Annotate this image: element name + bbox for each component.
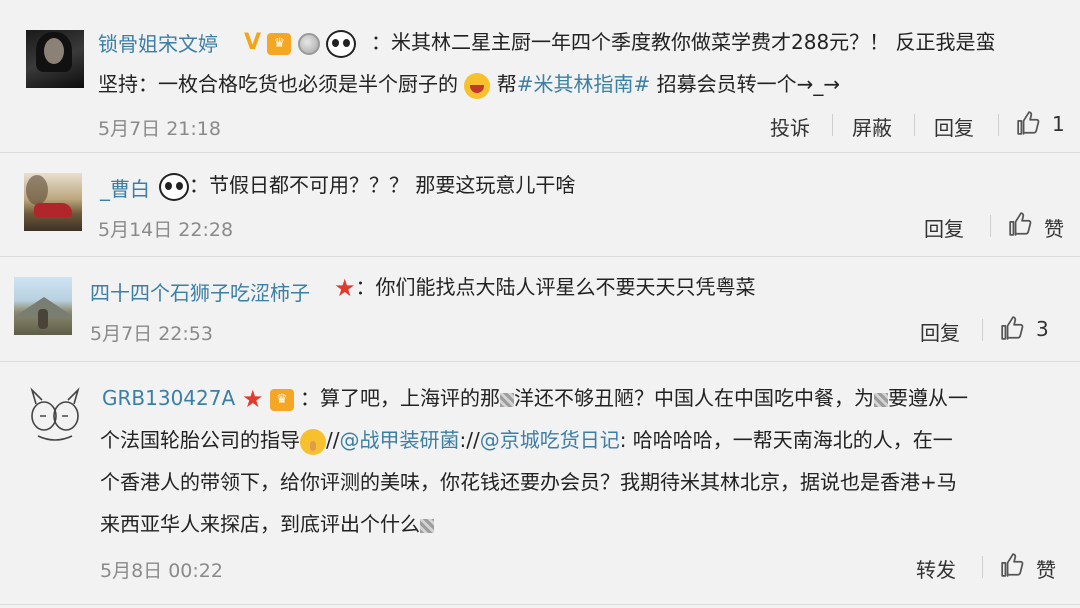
comment-text-line: //	[326, 428, 340, 452]
comment-author-name[interactable]: 四十四个石狮子吃涩柿子	[90, 277, 310, 306]
divider	[990, 215, 991, 237]
comment-text-line: ://	[459, 428, 480, 452]
like-label[interactable]: 赞	[1044, 213, 1064, 242]
avatar[interactable]	[24, 173, 82, 231]
red-star-icon: ★	[334, 274, 356, 302]
comment-text-line: 个法国轮胎公司的指导	[100, 428, 300, 452]
red-star-icon: ★	[242, 385, 264, 413]
comment-text-line: 帮	[490, 72, 517, 96]
thumbs-up-icon[interactable]	[1016, 110, 1042, 136]
vip-crown-icon: ♛	[269, 388, 294, 411]
avatar[interactable]	[26, 30, 84, 88]
comment-date: 5月7日 22:53	[90, 323, 213, 345]
vip-crown-icon: ♛	[267, 32, 292, 55]
comment-date: 5月7日 21:18	[98, 118, 221, 140]
comment-author-name[interactable]: 锁骨姐宋文婷	[98, 28, 218, 57]
panda-icon	[326, 29, 357, 58]
reply-button[interactable]: 回复	[924, 213, 964, 242]
comment-item: 四十四个石狮子吃涩柿子 ★：你们能找点大陆人评星么不要天天只凭粤菜 5月7日 2…	[0, 257, 1080, 361]
comment-text-line: 要遵从一	[888, 386, 968, 410]
thumbs-up-icon[interactable]	[1000, 552, 1026, 578]
comment-separator: ：	[355, 275, 376, 299]
comment-author-name[interactable]: _曹白	[100, 173, 150, 202]
comment-badges: ★ ♛	[242, 378, 294, 420]
thumbs-up-icon[interactable]	[1000, 315, 1026, 341]
comment-text: ★：你们能找点大陆人评星么不要天天只凭粤菜	[334, 267, 756, 309]
panda-icon	[159, 172, 189, 201]
like-label[interactable]: 赞	[1036, 554, 1056, 583]
comment-text-line: 坚持：一枚合格吃货也必须是半个厨子的	[98, 72, 458, 96]
report-button[interactable]: 投诉	[770, 112, 810, 141]
mention-link[interactable]: @战甲装研菌	[339, 428, 459, 452]
comment-text: ：米其林二星主厨一年四个季度教你做菜学费才288元？！ 反正我是蛮	[371, 22, 996, 63]
comment-separator: ：	[371, 30, 391, 54]
hashtag-link[interactable]: #米其林指南#	[517, 72, 651, 96]
like-count: 3	[1036, 317, 1049, 341]
censored-glyph-icon	[500, 392, 514, 407]
comment-text-line: 你们能找点大陆人评星么不要天天只凭粤菜	[375, 275, 756, 299]
avatar[interactable]	[26, 386, 84, 444]
divider	[982, 319, 983, 341]
comment-item: _曹白 ：节假日都不可用？？？ 那要这玩意儿干啥 5月14日 22:28 回复 …	[0, 153, 1080, 256]
censored-glyph-icon	[420, 518, 434, 533]
comment-text-line: 招募会员转一个→_→	[650, 72, 841, 96]
comment-badges: V ♛	[244, 22, 357, 63]
block-button[interactable]: 屏蔽	[852, 112, 892, 141]
comment-item: 锁骨姐宋文婷 V ♛ ：米其林二星主厨一年四个季度教你做菜学费才288元？！ 反…	[0, 0, 1080, 152]
shush-emoji-icon	[300, 428, 326, 455]
medal-icon	[297, 32, 320, 55]
comment-text-line: : 哈哈哈哈，一帮天南海北的人，在一	[619, 428, 953, 452]
comment-text-continued: 个香港人的带领下，给你评测的美味，你花钱还要办会员？我期待米其林北京，据说也是香…	[100, 470, 957, 494]
comment-text-line: 节假日都不可用？？？ 那要这玩意儿干啥	[209, 173, 576, 197]
repost-button[interactable]: 转发	[916, 554, 956, 583]
reply-button[interactable]: 回复	[934, 112, 974, 141]
reply-button[interactable]: 回复	[920, 317, 960, 346]
comment-date: 5月8日 00:22	[100, 560, 223, 582]
comment-text-line: 洋还不够丑陋？中国人在中国吃中餐，为	[514, 386, 874, 410]
mention-link[interactable]: @京城吃货日记	[480, 428, 620, 452]
comment-text-continued: 来西亚华人来探店，到底评出个什么	[100, 504, 434, 545]
divider	[982, 556, 983, 578]
comment-author-name[interactable]: GRB130427A	[102, 386, 235, 410]
comment-text: ：节假日都不可用？？？ 那要这玩意儿干啥	[159, 165, 575, 206]
divider	[0, 604, 1080, 605]
like-count: 1	[1052, 112, 1065, 136]
comment-separator: ：	[300, 386, 320, 410]
comment-item: GRB130427A ★ ♛ ：算了吧，上海评的那 洋还不够丑陋？中国人在中国吃中…	[0, 362, 1080, 608]
comment-text-line: 算了吧，上海评的那	[320, 386, 500, 410]
censored-glyph-icon	[874, 392, 888, 407]
comment-text-continued: 个法国轮胎公司的指导 //@战甲装研菌://@京城吃货日记: 哈哈哈哈，一帮天南海…	[100, 420, 953, 461]
divider	[914, 114, 915, 136]
divider	[832, 114, 833, 136]
thumbs-up-icon[interactable]	[1008, 211, 1034, 237]
comment-date: 5月14日 22:28	[98, 219, 234, 241]
verified-v-icon: V	[244, 30, 262, 55]
comment-text-line: 米其林二星主厨一年四个季度教你做菜学费才288元？！ 反正我是蛮	[391, 30, 996, 54]
comment-text: ：算了吧，上海评的那 洋还不够丑陋？中国人在中国吃中餐，为 要遵从一	[300, 378, 968, 419]
comment-text-continued: 坚持：一枚合格吃货也必须是半个厨子的 帮#米其林指南# 招募会员转一个→_→	[98, 64, 840, 105]
comment-text-line: 来西亚华人来探店，到底评出个什么	[100, 512, 420, 536]
divider	[998, 114, 999, 136]
avatar[interactable]	[14, 277, 72, 335]
laughing-emoji-icon	[464, 72, 491, 99]
comment-separator: ：	[189, 173, 209, 197]
